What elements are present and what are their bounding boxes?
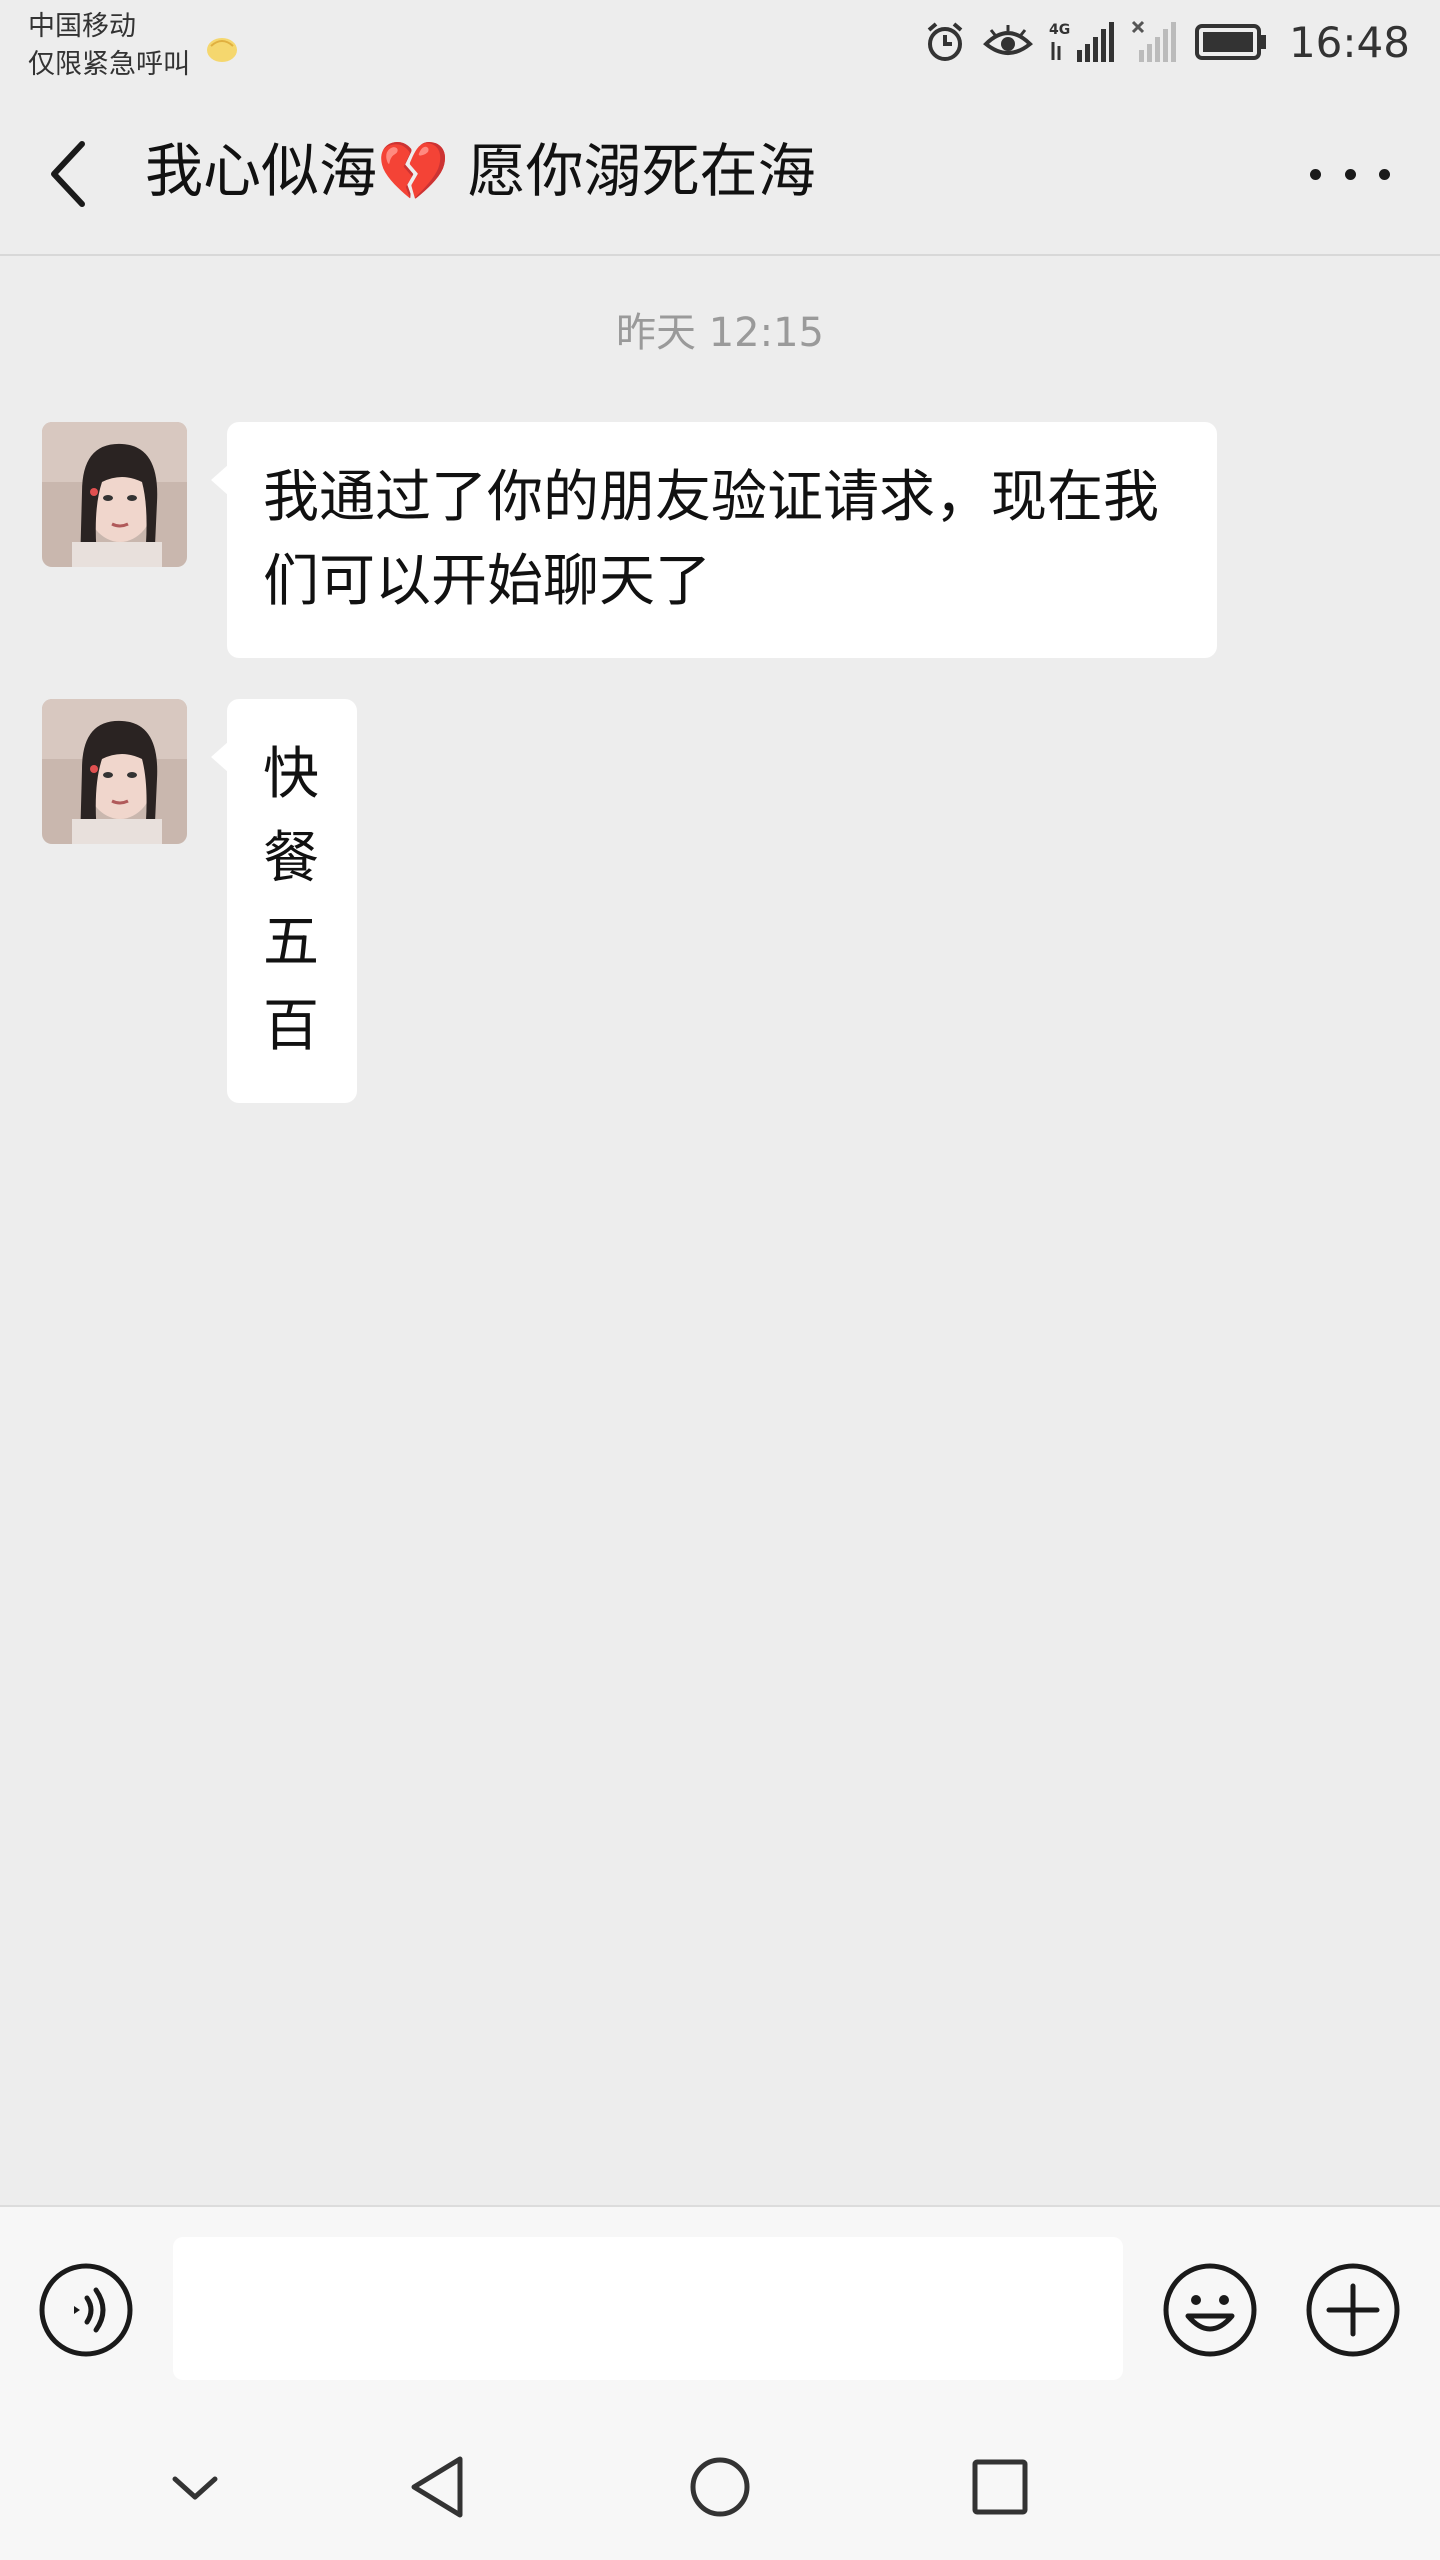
chat-screen: 中国移动 仅限紧急呼叫 4G 16:48 我心似海💔 愿你溺死在海 昨天 12:… — [0, 0, 1440, 2560]
more-dot — [1344, 168, 1356, 180]
more-button[interactable] — [1310, 150, 1390, 198]
nav-hide-button[interactable] — [155, 2447, 235, 2527]
battery-icon — [1194, 24, 1266, 60]
message-bubble[interactable]: 快餐五百 — [211, 699, 357, 1103]
status-time: 16:48 — [1288, 17, 1410, 67]
input-bar — [0, 2205, 1440, 2405]
voice-button[interactable] — [38, 2262, 134, 2358]
emoji-icon — [1185, 2295, 1235, 2332]
carrier-status: 仅限紧急呼叫 — [28, 49, 190, 80]
network-type-label: 4G — [1049, 22, 1070, 38]
square-recent-icon — [972, 2459, 1028, 2515]
chevron-left-icon — [51, 141, 85, 207]
emoji-button[interactable] — [1162, 2262, 1258, 2358]
status-icons: 4G 16:48 — [923, 14, 1410, 70]
plus-button[interactable] — [1305, 2262, 1401, 2358]
voice-icon — [74, 2287, 106, 2333]
nav-recent-button[interactable] — [960, 2447, 1040, 2527]
plus-icon — [1326, 2283, 1380, 2337]
carrier-info: 中国移动 仅限紧急呼叫 — [28, 8, 190, 84]
nav-back-button[interactable] — [400, 2447, 480, 2527]
signal-no-sim-icon — [1131, 20, 1176, 62]
nav-home-button[interactable] — [680, 2447, 760, 2527]
back-button[interactable] — [42, 136, 102, 212]
chevron-down-icon — [172, 2476, 218, 2500]
more-dot — [1379, 168, 1390, 180]
more-dots-icon — [1310, 168, 1321, 180]
chat-title: 我心似海💔 愿你溺死在海 — [145, 137, 816, 205]
contact-avatar[interactable] — [42, 422, 187, 567]
eye-icon — [982, 25, 1033, 55]
carrier-name: 中国移动 — [28, 11, 136, 42]
notification-icon — [207, 38, 237, 62]
signal-4g-icon: 4G — [1049, 22, 1114, 62]
triangle-back-icon — [411, 2456, 463, 2518]
circle-home-icon — [690, 2457, 750, 2517]
chat-header: 我心似海💔 愿你溺死在海 — [0, 90, 1440, 256]
contact-avatar[interactable] — [42, 699, 187, 844]
message-bubble[interactable]: 我通过了你的朋友验证请求，现在我们可以开始聊天了 — [211, 422, 1217, 658]
message-timestamp: 昨天 12:15 — [616, 310, 824, 356]
status-bar: 中国移动 仅限紧急呼叫 4G 16:48 — [0, 0, 1440, 90]
message-input[interactable] — [173, 2237, 1123, 2380]
alarm-icon — [927, 22, 963, 61]
system-nav-bar — [0, 2405, 1440, 2560]
